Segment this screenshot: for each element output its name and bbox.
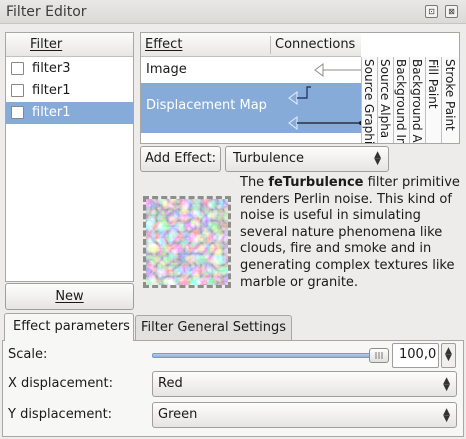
filter-name: filter3 — [32, 61, 71, 76]
filter-list[interactable]: Filter filter3 filter1 filter1 — [5, 32, 134, 282]
effect-list[interactable]: Effect Connections Image Displacement Ma… — [140, 32, 460, 144]
window-title: Filter Editor — [6, 4, 87, 20]
source-fill-paint[interactable]: Fill Paint — [426, 57, 442, 143]
window-titlebar: Filter Editor ⊡ ⊠ — [0, 0, 466, 24]
filter-column-label: Filter — [30, 37, 63, 52]
add-effect-button[interactable]: Add Effect: — [140, 146, 221, 172]
source-source-graphic[interactable]: Source Graphic — [362, 57, 378, 143]
filter-checkbox[interactable] — [11, 62, 24, 75]
updown-arrows-icon[interactable]: ▲ ▼ — [445, 347, 452, 363]
source-background-image[interactable]: Background Image — [394, 57, 410, 143]
tab-label: Filter General Settings — [141, 320, 287, 335]
y-displacement-label: Y displacement: — [8, 407, 113, 422]
y-displacement-select[interactable]: Green ▲ ▼ — [152, 402, 457, 428]
scale-slider[interactable] — [152, 353, 388, 358]
effect-type-value: Turbulence — [233, 151, 305, 166]
filter-checkbox[interactable] — [11, 106, 24, 119]
connection-lines[interactable] — [141, 57, 361, 144]
filter-row-selected[interactable]: filter1 — [6, 102, 133, 124]
scale-label: Scale: — [8, 347, 48, 362]
scale-slider-handle[interactable] — [369, 348, 389, 363]
tab-effect-parameters[interactable]: Effect parameters — [4, 313, 134, 341]
description-effect-name: feTurbulence — [268, 175, 364, 190]
filter-name: filter1 — [32, 105, 71, 120]
x-displacement-label: X displacement: — [8, 376, 114, 391]
updown-arrows-icon: ▲ ▼ — [374, 150, 381, 167]
new-filter-label: New — [55, 289, 84, 304]
new-filter-button[interactable]: New — [5, 283, 134, 310]
scale-spinner[interactable]: ▲ ▼ — [441, 343, 456, 368]
description-text: filter primitive renders Perlin noise. T… — [240, 175, 460, 290]
tab-label: Effect parameters — [13, 319, 130, 334]
effect-column-label[interactable]: Effect — [145, 37, 182, 52]
effect-list-header: Effect Connections — [141, 33, 361, 57]
source-columns: Source Graphic Source Alpha Background I… — [361, 57, 459, 143]
y-displacement-value: Green — [158, 407, 198, 422]
grip-icon — [375, 352, 383, 359]
description-text: The — [240, 175, 269, 190]
scale-input[interactable]: 100,0 — [392, 343, 439, 368]
close-icon[interactable]: ⊠ — [445, 5, 458, 18]
filter-row[interactable]: filter3 — [6, 58, 133, 80]
effect-type-select[interactable]: Turbulence ▲ ▼ — [225, 146, 389, 172]
filter-name: filter1 — [32, 83, 71, 98]
x-displacement-select[interactable]: Red ▲ ▼ — [152, 371, 457, 397]
updown-arrows-icon: ▲ ▼ — [443, 407, 450, 424]
tab-filter-general-settings[interactable]: Filter General Settings — [135, 315, 292, 340]
column-separator — [270, 36, 271, 54]
source-stroke-paint[interactable]: Stroke Paint — [442, 57, 458, 143]
updown-arrows-icon: ▲ ▼ — [443, 376, 450, 393]
filter-column-header[interactable]: Filter — [6, 33, 133, 57]
noise-pattern — [146, 199, 228, 285]
source-source-alpha[interactable]: Source Alpha — [378, 57, 394, 143]
detach-icon[interactable]: ⊡ — [425, 5, 438, 18]
effect-description: The feTurbulence filter primitive render… — [240, 175, 462, 291]
filter-row[interactable]: filter1 — [6, 80, 133, 102]
source-background-alpha[interactable]: Background Alpha — [410, 57, 426, 143]
turbulence-preview-image — [143, 196, 231, 288]
filter-checkbox[interactable] — [11, 84, 24, 97]
x-displacement-value: Red — [158, 376, 183, 391]
connections-column-label[interactable]: Connections — [275, 37, 355, 52]
